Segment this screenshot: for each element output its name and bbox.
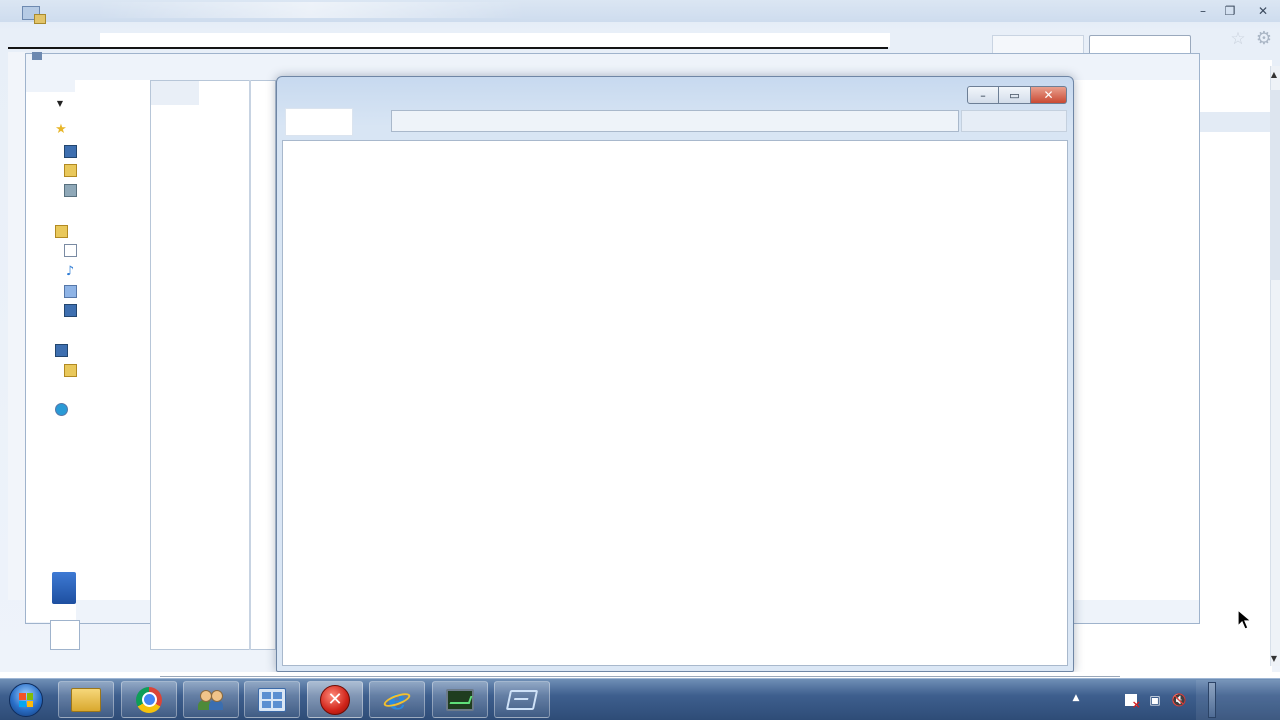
users-icon xyxy=(197,688,225,712)
videos-icon[interactable] xyxy=(61,302,79,318)
start-button[interactable] xyxy=(6,681,46,719)
favorites-star-icon[interactable]: ★ xyxy=(52,121,70,137)
taskbar-users-button[interactable] xyxy=(183,681,239,718)
folder-icon xyxy=(71,687,101,712)
show-desktop-button[interactable] xyxy=(1208,682,1216,718)
browser-close-button[interactable]: ✕ xyxy=(1250,2,1276,19)
explorer-title-icon xyxy=(32,52,42,60)
taskbar-ie-button[interactable]: e xyxy=(369,681,425,718)
remote-desktop-icon xyxy=(505,689,539,710)
action-center-flag-icon[interactable] xyxy=(1122,692,1141,711)
desktop-shortcut-icon[interactable] xyxy=(18,2,46,26)
browser-panel-strip xyxy=(1200,112,1270,132)
computer-details-icon xyxy=(52,572,76,604)
error-icon: ✕ xyxy=(320,684,350,715)
documents-icon[interactable] xyxy=(61,242,79,258)
pictures-icon[interactable] xyxy=(61,283,79,299)
network-icon[interactable]: ▣ xyxy=(1146,692,1164,708)
background-window-corner xyxy=(50,620,80,650)
dialog-back-forward-buttons[interactable] xyxy=(285,108,353,136)
downloads-folder-icon[interactable] xyxy=(61,162,79,178)
dialog-address-bar[interactable] xyxy=(391,110,959,132)
dialog-maximize-button[interactable]: ▭ xyxy=(999,86,1031,104)
dialog-minimize-button[interactable]: – xyxy=(967,86,999,104)
volume-muted-icon[interactable]: 🔇 xyxy=(1170,692,1188,708)
scroll-down-arrow-icon[interactable]: ▼ xyxy=(1268,652,1280,664)
browser-address-divider xyxy=(8,47,888,49)
tools-gear-icon[interactable]: ⚙ xyxy=(1254,28,1274,49)
browser-tab-ghost xyxy=(96,2,526,18)
chrome-icon xyxy=(136,686,162,713)
taskbar-remote-desktop-button[interactable] xyxy=(494,681,550,718)
windows-logo-icon xyxy=(9,683,43,717)
dialog-content-area xyxy=(282,140,1068,666)
taskbar-monitor-button[interactable] xyxy=(432,681,488,718)
browser-scroll-thumb[interactable] xyxy=(1270,90,1280,280)
browser-restore-button[interactable]: ❐ xyxy=(1217,2,1243,19)
background-window xyxy=(150,80,276,650)
browser-address-bar[interactable] xyxy=(100,33,890,47)
browser-minimize-button[interactable]: – xyxy=(1190,2,1216,19)
internet-explorer-icon: e xyxy=(382,683,412,716)
tray-show-hidden-icons-chevron-icon[interactable]: ▲ xyxy=(1068,690,1084,706)
dialog-close-button[interactable]: ✕ xyxy=(1031,86,1067,104)
scroll-up-arrow-icon[interactable]: ▲ xyxy=(1268,68,1280,80)
network-globe-icon[interactable] xyxy=(52,401,70,417)
favorites-star-icon[interactable]: ☆ xyxy=(1228,29,1248,49)
libraries-icon[interactable] xyxy=(52,223,70,239)
taskbar-control-panel-button[interactable] xyxy=(244,681,300,718)
recent-places-icon[interactable] xyxy=(61,182,79,198)
organize-dropdown-chevron-icon[interactable]: ▼ xyxy=(52,96,68,110)
mouse-cursor-icon xyxy=(1237,609,1253,630)
music-icon[interactable]: ♪ xyxy=(61,263,79,279)
dialog-caption-buttons: – ▭ ✕ xyxy=(967,86,1067,104)
background-window-divider xyxy=(249,80,251,650)
monitor-icon xyxy=(446,688,474,711)
window-bottom-edge xyxy=(160,676,1120,677)
desktop-icon[interactable] xyxy=(61,143,79,159)
explorer-edge xyxy=(8,52,26,600)
taskbar-error-button[interactable]: ✕ xyxy=(307,681,363,718)
control-panel-icon xyxy=(258,687,286,712)
local-disk-icon[interactable] xyxy=(61,362,79,378)
dialog-search-input[interactable] xyxy=(961,110,1067,132)
taskbar-explorer-button[interactable] xyxy=(58,681,114,718)
taskbar-chrome-button[interactable] xyxy=(121,681,177,718)
computer-icon[interactable] xyxy=(52,342,70,358)
background-window-header xyxy=(151,81,199,105)
